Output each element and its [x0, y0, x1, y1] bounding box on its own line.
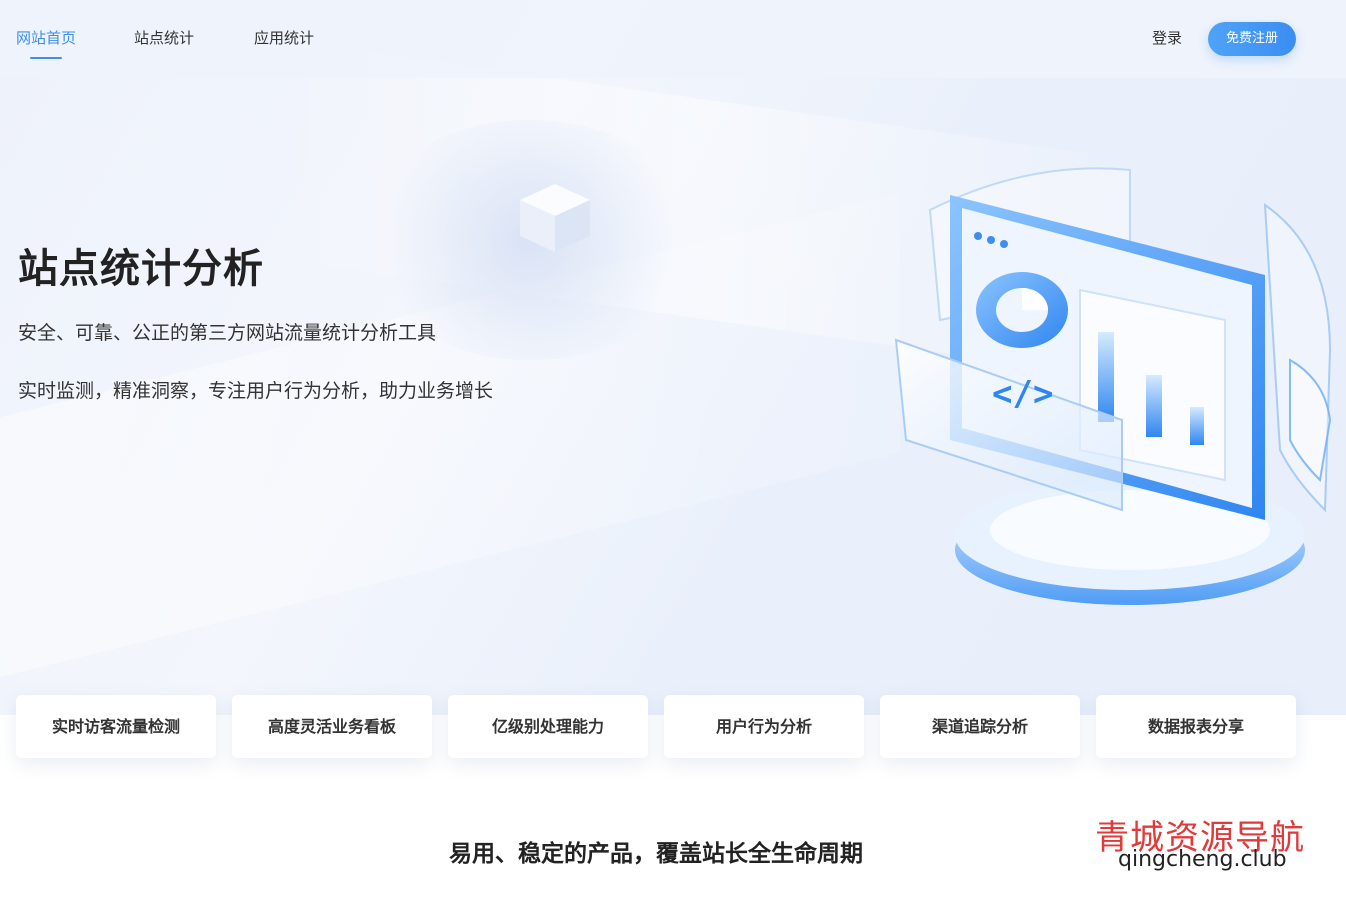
hero-title: 站点统计分析	[18, 246, 264, 292]
watermark-en: qingcheng.club	[1118, 847, 1287, 872]
nav-item-site-stats[interactable]: 站点统计	[134, 27, 194, 49]
feature-card-channel-tracking[interactable]: 渠道追踪分析	[880, 695, 1080, 758]
feature-card-report-sharing[interactable]: 数据报表分享	[1096, 695, 1296, 758]
hero-subtitle-primary: 安全、可靠、公正的第三方网站流量统计分析工具	[18, 322, 437, 344]
analytics-monitor-illustration: </>	[894, 167, 1332, 605]
decorative-cube-icon	[520, 184, 590, 252]
code-glyph-icon: </>	[992, 374, 1053, 414]
login-link[interactable]: 登录	[1152, 27, 1182, 49]
feature-card-business-dashboard[interactable]: 高度灵活业务看板	[232, 695, 432, 758]
feature-card-processing-capacity[interactable]: 亿级别处理能力	[448, 695, 648, 758]
feature-card-user-behavior[interactable]: 用户行为分析	[664, 695, 864, 758]
top-nav: 网站首页 站点统计 应用统计 登录 免费注册	[0, 0, 1346, 78]
register-button[interactable]: 免费注册	[1208, 22, 1296, 56]
nav-item-home[interactable]: 网站首页	[16, 27, 76, 49]
feature-card-realtime-traffic[interactable]: 实时访客流量检测	[16, 695, 216, 758]
hero-subtitle-secondary: 实时监测，精准洞察，专注用户行为分析，助力业务增长	[18, 380, 494, 402]
nav-active-underline	[30, 57, 62, 59]
nav-item-app-stats[interactable]: 应用统计	[254, 27, 314, 49]
